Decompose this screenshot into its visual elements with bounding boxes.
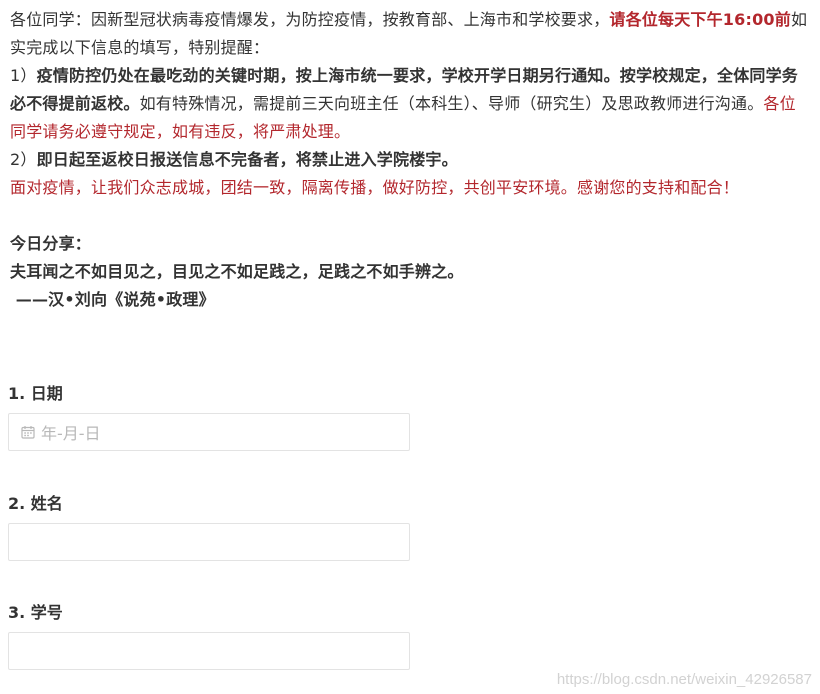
calendar-icon (21, 426, 35, 439)
question-student-id-label: 3. 学号 (8, 603, 63, 622)
date-placeholder: 年-月-日 (41, 424, 101, 443)
rule-item-2-number: 2） (10, 150, 37, 169)
question-name: 2. 姓名 (8, 493, 410, 561)
daily-share-quote: 夫耳闻之不如目见之，目见之不如足践之，足践之不如手辨之。 (10, 262, 464, 281)
intro-text: 各位同学：因新型冠状病毒疫情爆发，为防控疫情，按教育部、上海市和学校要求， (10, 10, 610, 29)
survey-notice: 各位同学：因新型冠状病毒疫情爆发，为防控疫情，按教育部、上海市和学校要求，请各位… (10, 6, 810, 314)
rule-item-1: 1）疫情防控仍处在最吃劲的关键时期，按上海市统一要求，学校开学日期另行通知。按学… (10, 62, 810, 146)
rule-item-2: 2）即日起至返校日报送信息不完备者，将禁止进入学院楼宇。 (10, 146, 810, 174)
closing-message: 面对疫情，让我们众志成城，团结一致，隔离传播，做好防控，共创平安环境。感谢您的支… (10, 178, 740, 197)
rule-item-2-bold: 即日起至返校日报送信息不完备者，将禁止进入学院楼宇。 (36, 150, 458, 169)
deadline-highlight: 请各位每天下午16:00前 (609, 10, 791, 29)
name-input[interactable] (8, 523, 410, 561)
rule-item-1-number: 1） (10, 66, 37, 85)
rule-item-1-text: 如有特殊情况，需提前三天向班主任（本科生）、导师（研究生）及思政教师进行沟通。 (139, 94, 764, 113)
question-date: 1. 日期 年-月-日 (8, 383, 410, 451)
student-id-input[interactable] (8, 632, 410, 670)
question-student-id: 3. 学号 (8, 602, 410, 670)
watermark: https://blog.csdn.net/weixin_42926587 (556, 671, 812, 688)
question-name-label: 2. 姓名 (8, 494, 63, 513)
daily-share-source: ——汉•刘向《说苑•政理》 (10, 290, 215, 309)
date-input[interactable]: 年-月-日 (8, 413, 410, 451)
intro-paragraph: 各位同学：因新型冠状病毒疫情爆发，为防控疫情，按教育部、上海市和学校要求，请各位… (10, 6, 810, 62)
question-date-label: 1. 日期 (8, 384, 63, 403)
daily-share-title: 今日分享： (10, 234, 92, 253)
